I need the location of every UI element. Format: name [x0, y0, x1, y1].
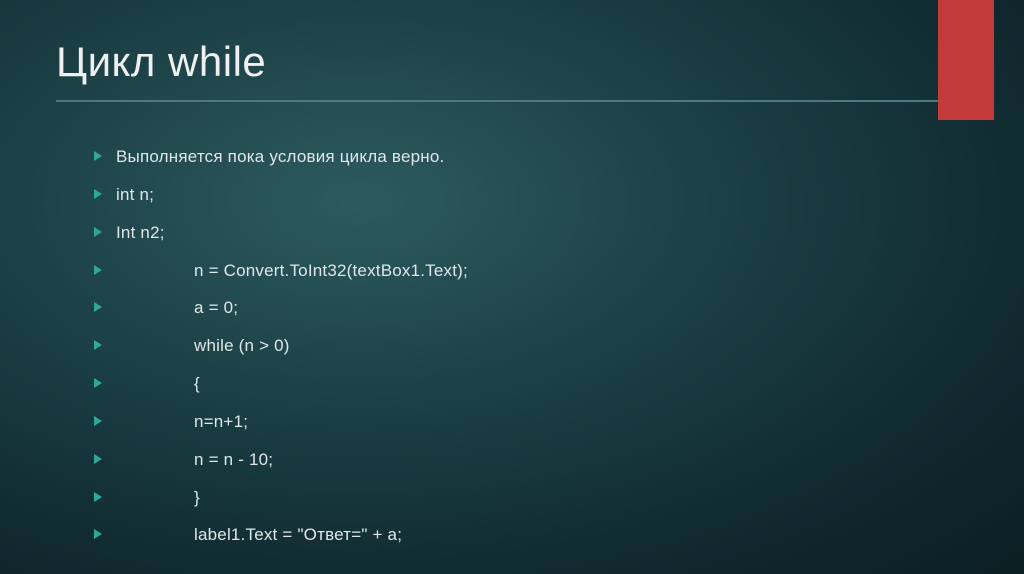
- list-item: {: [94, 371, 968, 397]
- list-item: Выполняется пока условия цикла верно.: [94, 144, 968, 170]
- title-underline: [56, 100, 946, 102]
- accent-bar: [938, 0, 994, 120]
- bullet-text: Int n2;: [116, 223, 165, 242]
- bullet-text: n = n - 10;: [194, 450, 273, 469]
- slide-body: Цикл while Выполняется пока условия цикл…: [0, 0, 1024, 549]
- bullet-text: a = 0;: [194, 298, 238, 317]
- list-item: int n;: [94, 182, 968, 208]
- list-item: while (n > 0): [94, 333, 968, 359]
- list-item: }: [94, 485, 968, 511]
- list-item: n = Convert.ToInt32(textBox1.Text);: [94, 258, 968, 284]
- list-item: label1.Text = "Ответ=" + a;: [94, 522, 968, 548]
- list-item: n=n+1;: [94, 409, 968, 435]
- bullet-text: n = Convert.ToInt32(textBox1.Text);: [194, 261, 468, 280]
- bullet-text: while (n > 0): [194, 336, 290, 355]
- list-item: a = 0;: [94, 295, 968, 321]
- bullet-text: int n;: [116, 185, 154, 204]
- list-item: Int n2;: [94, 220, 968, 246]
- bullet-text: }: [194, 488, 200, 507]
- bullet-text: n=n+1;: [194, 412, 248, 431]
- bullet-list: Выполняется пока условия цикла верно. in…: [56, 144, 968, 549]
- bullet-text: {: [194, 374, 200, 393]
- list-item: n = n - 10;: [94, 447, 968, 473]
- bullet-text: Выполняется пока условия цикла верно.: [116, 147, 444, 166]
- slide-title: Цикл while: [56, 38, 968, 86]
- bullet-text: label1.Text = "Ответ=" + a;: [194, 525, 402, 544]
